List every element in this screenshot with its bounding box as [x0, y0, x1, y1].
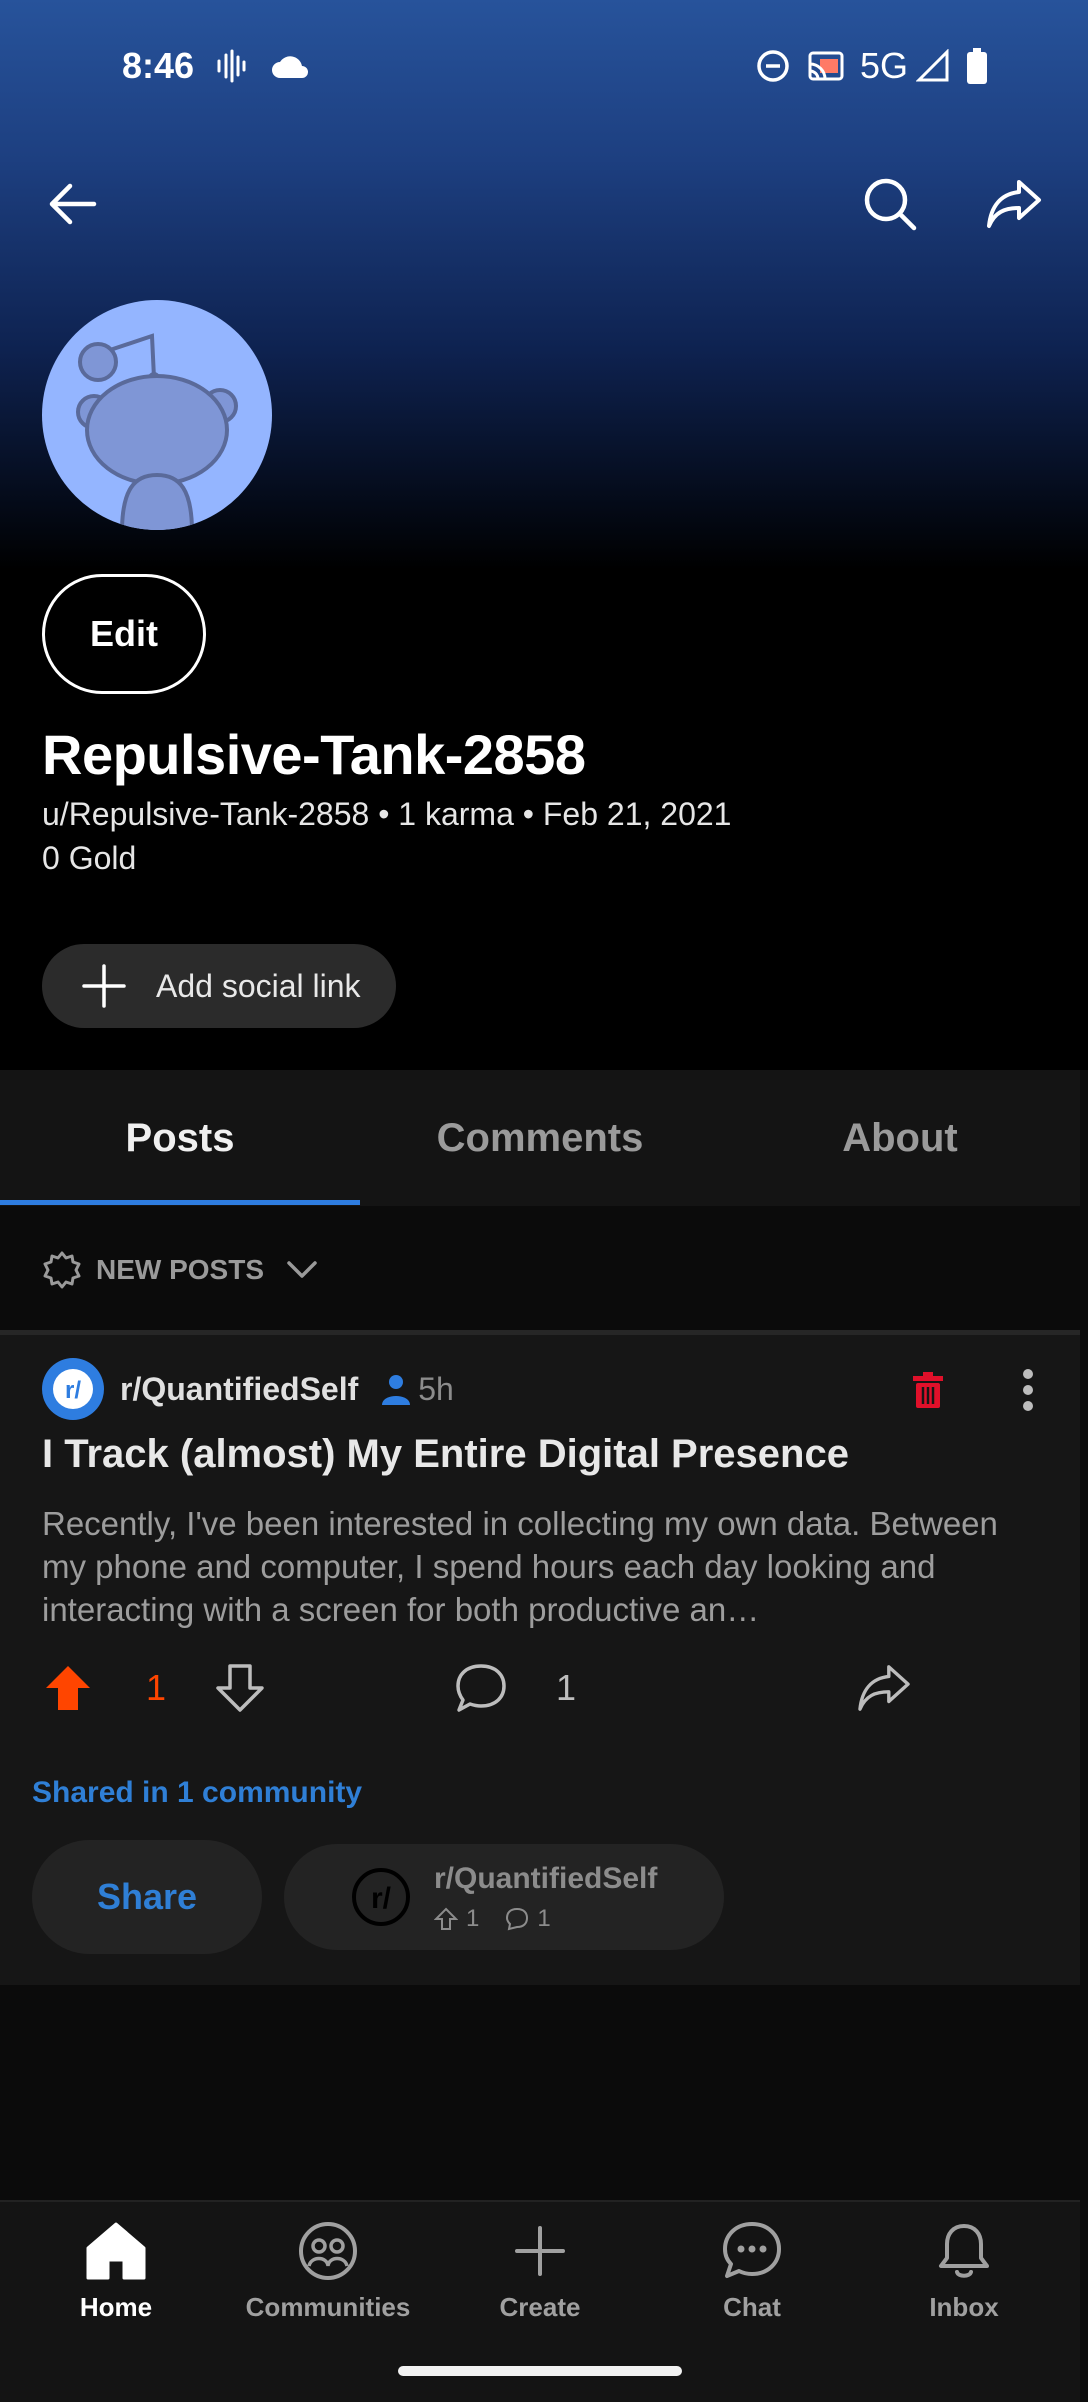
chevron-down-icon [286, 1260, 318, 1280]
snoo-avatar-icon [76, 333, 238, 530]
add-social-link-button[interactable]: Add social link [42, 944, 396, 1028]
tab-posts[interactable]: Posts [0, 1070, 360, 1206]
cast-icon [806, 49, 846, 83]
post-body-preview[interactable]: Recently, I've been interested in collec… [42, 1502, 1032, 1632]
post-age: 5h [418, 1370, 454, 1407]
nav-home-label: Home [79, 2292, 153, 2322]
delete-icon[interactable] [910, 1370, 946, 1410]
downvote-icon[interactable] [214, 1662, 266, 1714]
plus-icon [82, 964, 126, 1008]
network-type: 5G [860, 45, 909, 86]
post-community[interactable]: r/QuantifiedSelf [120, 1371, 358, 1408]
post-header: r/ r/QuantifiedSelf 5h [42, 1358, 454, 1420]
nav-home[interactable]: Home [8, 2220, 224, 2350]
share-label: Share [96, 1876, 198, 1917]
nav-inbox[interactable]: Inbox [856, 2220, 1072, 2350]
add-social-label: Add social link [156, 967, 361, 1004]
vote-controls: 1 [42, 1660, 266, 1716]
back-arrow-icon[interactable] [40, 172, 104, 236]
share-icon[interactable] [982, 172, 1046, 236]
bell-icon [933, 2220, 995, 2282]
tab-posts-label: Posts [125, 1115, 235, 1160]
upvote-outline-icon [434, 1907, 458, 1931]
comments-control[interactable]: 1 [454, 1660, 576, 1716]
active-tab-indicator [0, 1200, 360, 1205]
sort-dropdown[interactable]: NEW POSTS [42, 1248, 318, 1292]
home-icon [84, 2220, 148, 2282]
profile-gold: 0 Gold [42, 840, 137, 876]
profile-tabs: Posts Comments About [0, 1070, 1080, 1206]
crosspost-stats: 1 1 [434, 1904, 551, 1934]
status-bar-left: 8:46 [122, 38, 310, 94]
battery-icon [966, 48, 988, 84]
edit-profile-button[interactable]: Edit [42, 574, 206, 694]
vibrate-icon [216, 49, 246, 83]
nav-communities-label: Communities [245, 2292, 411, 2322]
sort-label: NEW POSTS [96, 1254, 265, 1285]
plus-icon [509, 2220, 571, 2282]
community-logo-icon: r/ [350, 1866, 412, 1928]
tab-comments[interactable]: Comments [360, 1070, 720, 1206]
status-time: 8:46 [122, 45, 195, 86]
comment-small-icon [505, 1907, 529, 1931]
shared-in-label[interactable]: Shared in 1 community [32, 1776, 362, 1810]
do-not-disturb-icon [756, 49, 790, 83]
upvote-icon[interactable] [42, 1662, 94, 1714]
avatar[interactable] [42, 300, 272, 530]
user-icon [380, 1373, 412, 1405]
crosspost-chip[interactable]: r/ r/QuantifiedSelf 1 1 [284, 1844, 724, 1950]
profile-display-name: Repulsive-Tank-2858 [42, 723, 586, 786]
cloud-icon [270, 52, 310, 80]
search-icon[interactable] [858, 172, 922, 236]
profile-meta: u/Repulsive-Tank-2858 • 1 karma • Feb 21… [42, 796, 732, 832]
comment-icon [454, 1662, 508, 1714]
nav-create-label: Create [499, 2292, 581, 2322]
edit-label: Edit [90, 613, 158, 654]
tab-about[interactable]: About [720, 1070, 1080, 1206]
community-avatar-icon[interactable]: r/ [42, 1358, 104, 1420]
crosspost-community: r/QuantifiedSelf [434, 1862, 658, 1895]
svg-text:r/: r/ [65, 1377, 81, 1404]
profile-header [0, 0, 1088, 1070]
more-options-icon[interactable] [1008, 1364, 1048, 1416]
status-bar-right: 5G [756, 38, 988, 94]
share-button[interactable]: Share [32, 1840, 262, 1954]
communities-icon [297, 2220, 359, 2282]
chat-icon [721, 2220, 783, 2282]
comment-count: 1 [556, 1667, 577, 1708]
tab-comments-label: Comments [436, 1115, 644, 1160]
insights-icon[interactable] [988, 1658, 1044, 1718]
tab-about-label: About [842, 1115, 958, 1160]
crosspost-comments: 1 [537, 1905, 551, 1932]
nav-inbox-label: Inbox [929, 2292, 999, 2322]
nav-communities[interactable]: Communities [220, 2220, 436, 2350]
home-indicator[interactable] [398, 2366, 682, 2376]
post-share-icon[interactable] [854, 1658, 914, 1718]
nav-chat[interactable]: Chat [644, 2220, 860, 2350]
nav-chat-label: Chat [723, 2292, 781, 2322]
signal-icon [916, 49, 950, 83]
svg-text:r/: r/ [371, 1882, 392, 1915]
nav-create[interactable]: Create [432, 2220, 648, 2350]
crosspost-upvotes: 1 [466, 1905, 480, 1932]
post-title[interactable]: I Track (almost) My Entire Digital Prese… [42, 1432, 849, 1477]
upvote-count: 1 [146, 1667, 167, 1708]
sparkle-badge-icon [42, 1250, 82, 1290]
